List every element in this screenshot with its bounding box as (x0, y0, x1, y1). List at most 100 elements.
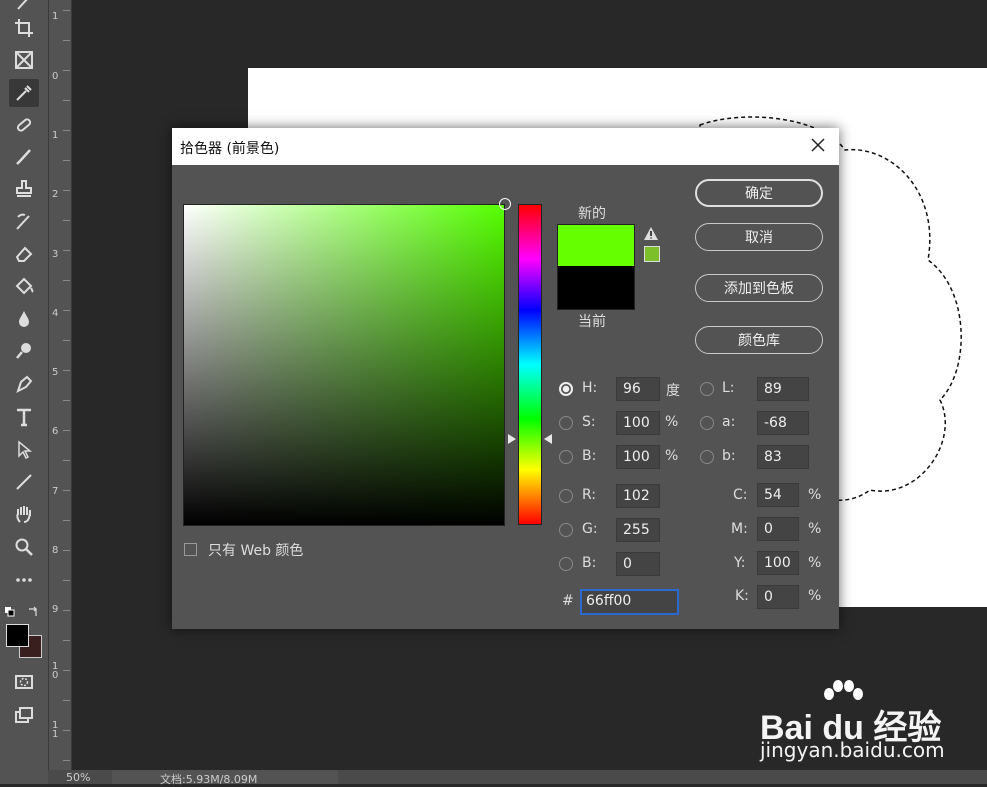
type-icon[interactable] (9, 403, 39, 431)
ruler-label: 9 (52, 604, 59, 615)
input-g[interactable]: 255 (616, 518, 660, 542)
ruler-label: 5 (52, 367, 59, 378)
ruler-label: 1 1 (52, 720, 59, 740)
bucket-icon[interactable] (9, 272, 39, 300)
swap-colors-icon[interactable] (27, 602, 39, 616)
input-c[interactable]: 54 (757, 483, 799, 507)
default-colors-icon[interactable] (5, 602, 15, 617)
line-icon[interactable] (9, 468, 39, 496)
ruler-label: 7 (52, 486, 59, 497)
input-s[interactable]: 100 (616, 411, 660, 435)
ruler-label: 4 (52, 308, 59, 319)
frame-icon[interactable] (9, 46, 39, 74)
paint-brush-icon[interactable] (9, 143, 39, 171)
path-select-icon[interactable] (9, 436, 39, 464)
radio-l[interactable] (700, 382, 714, 396)
hue-slider-left-arrow[interactable] (508, 434, 516, 444)
watermark-url: jingyan.baidu.com (760, 738, 945, 762)
input-l[interactable]: 89 (757, 377, 809, 401)
stamp-icon[interactable] (9, 175, 39, 203)
label-h: H: (582, 380, 598, 396)
input-brightness[interactable]: 100 (616, 445, 660, 469)
input-h[interactable]: 96 (616, 377, 660, 401)
radio-h[interactable] (559, 382, 573, 396)
radio-r[interactable] (559, 489, 573, 503)
dodge-icon[interactable] (9, 337, 39, 365)
radio-b[interactable] (700, 450, 714, 464)
unit-m: % (808, 521, 822, 537)
label-b: b: (722, 448, 736, 464)
foreground-color-swatch[interactable] (6, 624, 29, 647)
new-color-swatch (557, 224, 635, 267)
crop-icon[interactable] (9, 14, 39, 42)
more-icon[interactable] (9, 566, 39, 594)
radio-blue[interactable] (559, 557, 573, 571)
dialog-title: 拾色器 (前景色) (180, 141, 280, 157)
web-colors-checkbox[interactable] (184, 543, 197, 556)
unit-y: % (808, 555, 822, 571)
ruler-label: 1 (52, 11, 59, 22)
ruler-label: 3 (52, 249, 59, 260)
label-hex: # (562, 593, 574, 609)
label-m: M: (731, 521, 748, 537)
label-a: a: (722, 414, 736, 430)
web-colors-label: 只有 Web 颜色 (208, 543, 304, 559)
label-brightness: B: (582, 448, 597, 464)
healing-icon[interactable] (9, 111, 39, 139)
watermark: Bai du 经验 jingyan.baidu.com (760, 680, 960, 770)
label-y: Y: (734, 555, 746, 571)
ruler-label: 1 (52, 130, 59, 141)
input-a[interactable]: -68 (757, 411, 809, 435)
radio-a[interactable] (700, 416, 714, 430)
pen-icon[interactable] (9, 370, 39, 398)
blur-icon[interactable] (9, 305, 39, 333)
hue-slider[interactable] (518, 204, 542, 525)
input-b[interactable]: 83 (757, 445, 809, 469)
label-s: S: (582, 414, 596, 430)
radio-s[interactable] (559, 416, 573, 430)
label-g: G: (582, 521, 598, 537)
label-r: R: (582, 487, 597, 503)
doc-size: 文档:5.93M/8.09M (160, 773, 258, 786)
doc-info[interactable]: 文档:5.93M/8.09M (112, 770, 338, 786)
zoom-level[interactable]: 50% (66, 771, 90, 784)
status-bar: 50% 文档:5.93M/8.09M (48, 770, 987, 786)
color-field-handle[interactable] (499, 198, 511, 210)
eraser-icon[interactable] (9, 240, 39, 268)
radio-g[interactable] (559, 523, 573, 537)
input-blue[interactable]: 0 (616, 552, 660, 576)
dialog-titlebar[interactable]: 拾色器 (前景色) (172, 128, 839, 165)
eyedropper-icon[interactable] (9, 79, 39, 107)
unit-k: % (808, 588, 822, 604)
color-field[interactable] (183, 198, 511, 526)
zoom-icon[interactable] (9, 533, 39, 561)
unit-c: % (808, 487, 822, 503)
quick-mask-icon[interactable] (9, 668, 39, 696)
out-of-gamut-warning-icon[interactable] (643, 226, 659, 242)
color-libraries-button[interactable]: 颜色库 (695, 326, 823, 354)
input-k[interactable]: 0 (757, 585, 799, 609)
hue-slider-right-arrow[interactable] (544, 434, 552, 444)
input-y[interactable]: 100 (757, 551, 799, 575)
unit-s: % (665, 414, 679, 430)
input-hex[interactable]: 66ff00 (580, 589, 679, 615)
ruler-label: 0 (52, 71, 59, 82)
vertical-ruler: 1 0 1 2 3 4 5 6 7 8 9 1 0 1 1 (48, 0, 72, 770)
close-icon[interactable] (807, 134, 829, 156)
cancel-button[interactable]: 取消 (695, 223, 823, 251)
ruler-label: 6 (52, 426, 59, 437)
ruler-label: 8 (52, 545, 59, 556)
input-r[interactable]: 102 (616, 484, 660, 508)
radio-brightness[interactable] (559, 450, 573, 464)
add-to-swatches-button[interactable]: 添加到色板 (695, 274, 823, 302)
current-color-swatch[interactable] (557, 266, 635, 310)
gamut-correction-swatch[interactable] (644, 246, 660, 262)
current-color-label: 当前 (578, 314, 606, 330)
label-l: L: (722, 380, 735, 396)
input-m[interactable]: 0 (757, 517, 799, 541)
ok-button[interactable]: 确定 (695, 179, 823, 207)
hand-icon[interactable] (9, 500, 39, 528)
screen-mode-icon[interactable] (9, 701, 39, 729)
label-blue: B: (582, 555, 597, 571)
history-brush-icon[interactable] (9, 208, 39, 236)
